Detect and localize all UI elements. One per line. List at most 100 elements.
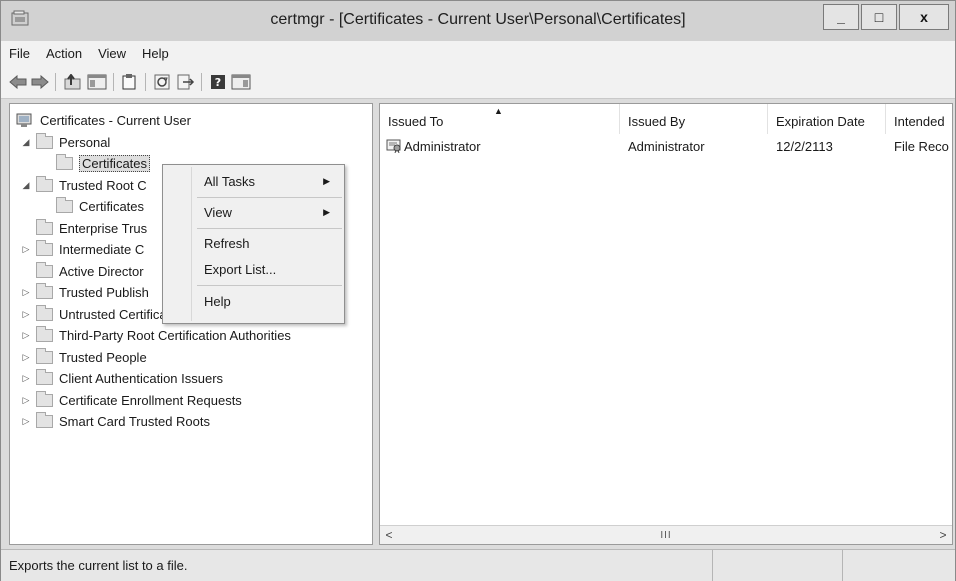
title-bar[interactable]: certmgr - [Certificates - Current User\P… (1, 1, 955, 41)
tree-item-client-auth-issuers[interactable]: ▷ Client Authentication Issuers (20, 368, 223, 388)
menu-action[interactable]: Action (46, 46, 82, 61)
expand-arrow-icon[interactable]: ▷ (20, 287, 32, 298)
tree-item-personal[interactable]: ◢ Personal (20, 132, 110, 152)
folder-icon (36, 175, 53, 192)
show-hide-console-tree-icon[interactable] (87, 73, 107, 91)
refresh-icon[interactable] (153, 73, 171, 91)
expand-arrow-icon[interactable]: ▷ (20, 373, 32, 384)
toolbar-separator (55, 73, 56, 91)
show-hide-action-pane-icon[interactable] (231, 73, 251, 91)
tree-item-personal-certificates[interactable]: Certificates (40, 153, 151, 173)
status-bar: Exports the current list to a file. (1, 549, 955, 581)
column-header-issued-to[interactable]: Issued To ▲ (380, 104, 620, 134)
cell-intended-purposes: File Reco (894, 138, 949, 154)
help-icon[interactable]: ? (209, 73, 227, 91)
folder-icon (36, 368, 53, 385)
menu-separator (197, 197, 342, 198)
collapse-arrow-icon[interactable]: ◢ (20, 180, 32, 191)
cell-expiration-date: 12/2/2113 (776, 138, 833, 154)
svg-text:?: ? (215, 76, 221, 89)
column-header-intended[interactable]: Intended (886, 104, 952, 134)
tree-item-enrollment-requests[interactable]: ▷ Certificate Enrollment Requests (20, 390, 242, 410)
tree-item-trusted-people[interactable]: ▷ Trusted People (20, 347, 147, 367)
scroll-track[interactable]: III (398, 526, 934, 544)
expand-arrow-icon[interactable]: ▷ (20, 330, 32, 341)
tree-item-enterprise-trust[interactable]: Enterprise Trus (20, 218, 147, 238)
folder-icon (36, 218, 53, 235)
window-title: certmgr - [Certificates - Current User\P… (270, 11, 686, 28)
tree-item-trusted-publishers[interactable]: ▷ Trusted Publish (20, 282, 149, 302)
submenu-arrow-icon: ▶ (323, 206, 330, 217)
properties-icon[interactable] (121, 73, 137, 91)
tree-item-smart-card-roots[interactable]: ▷ Smart Card Trusted Roots (20, 411, 210, 431)
menu-item-label: All Tasks (204, 173, 256, 189)
toolbar: ? (1, 65, 955, 99)
expand-arrow-icon[interactable]: ▷ (20, 416, 32, 427)
tree-item-third-party-root[interactable]: ▷ Third-Party Root Certification Authori… (20, 325, 291, 345)
tree-item-label: Client Authentication Issuers (59, 370, 224, 386)
tree-root[interactable]: Certificates - Current User (16, 110, 191, 130)
menu-file[interactable]: File (9, 46, 30, 61)
expand-arrow-icon[interactable]: ▷ (20, 309, 32, 320)
collapse-arrow-icon[interactable]: ◢ (20, 137, 32, 148)
certificates-snapin-icon (16, 113, 32, 127)
tree-item-label: Active Director (59, 263, 144, 279)
tree-root-label: Certificates - Current User (40, 112, 191, 128)
menu-help[interactable]: Help (142, 46, 169, 61)
menu-item-refresh[interactable]: Refresh (165, 231, 342, 255)
folder-icon (36, 239, 53, 256)
menu-item-view[interactable]: View ▶ (165, 200, 342, 224)
maximize-button[interactable]: □ (861, 4, 897, 30)
menu-view[interactable]: View (98, 46, 126, 61)
minimize-button[interactable]: _ (823, 4, 859, 30)
column-header-expiration-date[interactable]: Expiration Date (768, 104, 886, 134)
menu-item-export-list[interactable]: Export List... (165, 257, 342, 281)
folder-icon (36, 282, 53, 299)
expand-arrow-icon[interactable]: ▷ (20, 352, 32, 363)
folder-icon (56, 153, 73, 170)
status-text: Exports the current list to a file. (1, 550, 713, 581)
folder-icon (36, 390, 53, 407)
menu-item-help[interactable]: Help (165, 289, 342, 313)
scroll-left-button[interactable]: < (380, 526, 398, 544)
menu-item-label: View (204, 204, 232, 220)
scroll-thumb[interactable]: III (400, 528, 932, 542)
expand-arrow-icon[interactable]: ▷ (20, 244, 32, 255)
tree-item-label: Certificate Enrollment Requests (59, 392, 242, 408)
forward-arrow-icon[interactable] (31, 73, 49, 91)
tree-item-label: Intermediate C (59, 241, 145, 257)
menu-item-label: Refresh (204, 235, 250, 251)
close-button[interactable]: x (899, 4, 949, 30)
list-header: Issued To ▲ Issued By Expiration Date In… (380, 104, 952, 134)
tree-item-label: Certificates (79, 154, 151, 172)
tree-item-untrusted[interactable]: ▷ Untrusted Certificates (20, 304, 184, 324)
toolbar-separator (201, 73, 202, 91)
up-folder-icon[interactable] (63, 73, 83, 91)
tree-item-active-directory[interactable]: Active Director (20, 261, 144, 281)
expand-arrow-icon[interactable]: ▷ (20, 395, 32, 406)
tree-item-trusted-root[interactable]: ◢ Trusted Root C (20, 175, 147, 195)
tree-item-intermediate[interactable]: ▷ Intermediate C (20, 239, 144, 259)
column-header-issued-by[interactable]: Issued By (620, 104, 768, 134)
cell-issued-by: Administrator (628, 138, 705, 154)
tree-item-label: Smart Card Trusted Roots (59, 413, 210, 429)
export-list-icon[interactable] (177, 73, 195, 91)
certificate-list[interactable]: Issued To ▲ Issued By Expiration Date In… (379, 103, 953, 545)
menu-item-all-tasks[interactable]: All Tasks ▶ (165, 169, 342, 193)
menu-item-label: Help (204, 293, 231, 309)
back-arrow-icon[interactable] (9, 73, 27, 91)
tree-item-trusted-root-certificates[interactable]: Certificates (40, 196, 144, 216)
cell-text: Administrator (404, 138, 481, 154)
scroll-right-button[interactable]: > (934, 526, 952, 544)
table-row[interactable]: Administrator Administrator 12/2/2113 Fi… (380, 136, 952, 156)
sort-ascending-icon: ▲ (494, 106, 503, 116)
tree-item-label: Trusted People (59, 349, 147, 365)
horizontal-scrollbar[interactable]: < III > (380, 525, 952, 544)
folder-icon (36, 325, 53, 342)
submenu-arrow-icon: ▶ (323, 175, 330, 186)
tree-item-label: Certificates (79, 198, 145, 214)
tree-item-label: Third-Party Root Certification Authoriti… (59, 327, 291, 343)
column-header-label: Expiration Date (776, 114, 865, 129)
context-menu: All Tasks ▶ View ▶ Refresh Export List..… (162, 164, 345, 324)
column-header-label: Intended (894, 114, 945, 129)
